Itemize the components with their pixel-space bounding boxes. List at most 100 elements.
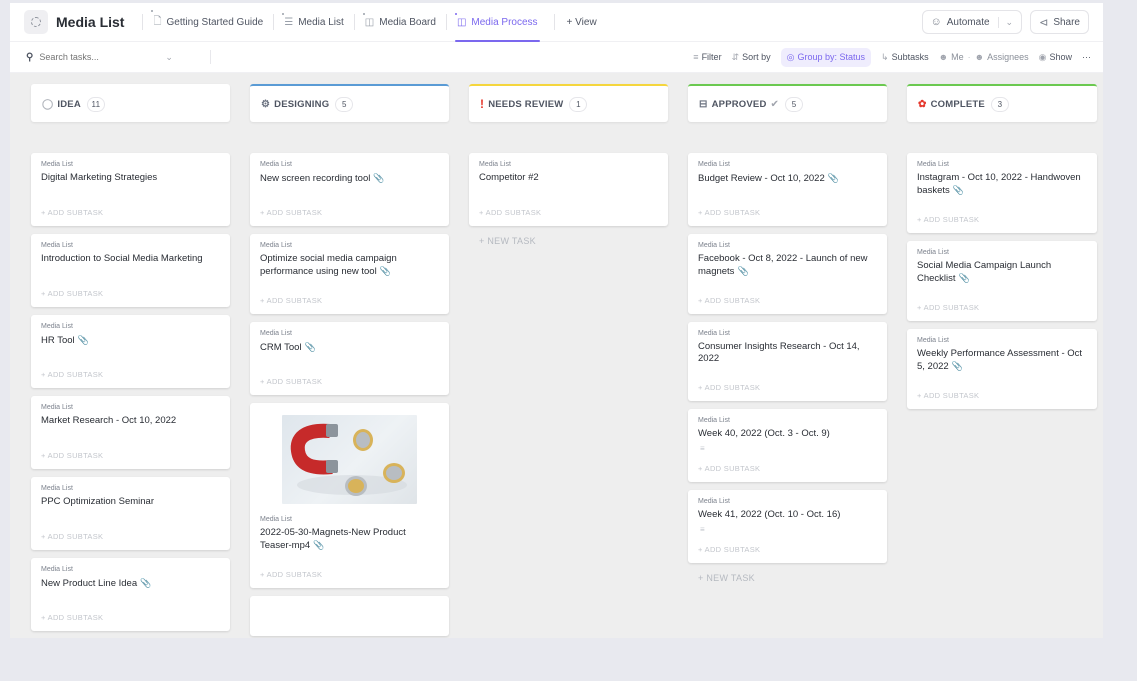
view-tab-getting-started-guide[interactable]: 🗋 Getting Started Guide: [151, 3, 265, 42]
add-subtask-button[interactable]: + ADD SUBTASK: [479, 190, 658, 217]
add-subtask-button[interactable]: + ADD SUBTASK: [698, 365, 877, 392]
list-name: Media List: [479, 161, 511, 168]
attachment-icon: 📎: [313, 540, 325, 550]
task-card[interactable]: [250, 596, 449, 636]
column-header[interactable]: ! NEEDS REVIEW 1: [469, 84, 668, 122]
share-button[interactable]: ⊲ Share: [1030, 10, 1089, 34]
task-card[interactable]: Media List Digital Marketing Strategies …: [31, 153, 230, 226]
add-subtask-button[interactable]: + ADD SUBTASK: [698, 535, 877, 554]
robot-icon: ☺: [930, 16, 942, 28]
list-name: Media List: [260, 161, 292, 168]
divider: [553, 14, 555, 30]
task-card[interactable]: Media List Week 40, 2022 (Oct. 3 - Oct. …: [688, 409, 887, 482]
view-tab-label: Media Process: [471, 16, 538, 28]
search-icon: ⚲: [26, 51, 34, 63]
add-subtask-button[interactable]: + ADD SUBTASK: [41, 190, 220, 217]
space-icon[interactable]: [24, 10, 48, 34]
space-title: Media List: [56, 14, 125, 30]
chevron-down-icon[interactable]: ⌄: [997, 16, 1013, 28]
add-subtask-button[interactable]: + ADD SUBTASK: [260, 359, 439, 386]
add-subtask-button[interactable]: + ADD SUBTASK: [698, 278, 877, 305]
task-title-text: Introduction to Social Media Marketing: [41, 253, 203, 264]
more-options-button[interactable]: ···: [1082, 52, 1091, 62]
attachment-icon: 📎: [140, 578, 152, 588]
add-subtask-button[interactable]: + ADD SUBTASK: [41, 514, 220, 541]
task-title: Weekly Performance Assessment - Oct 5, 2…: [917, 348, 1087, 373]
list-name: Media List: [917, 337, 949, 344]
task-card[interactable]: Media List Competitor #2 + ADD SUBTASK: [469, 153, 668, 226]
list-name: Media List: [698, 242, 730, 249]
add-subtask-button[interactable]: + ADD SUBTASK: [41, 595, 220, 622]
magnet-and-coins-image[interactable]: [282, 415, 417, 504]
column-header[interactable]: ◯ IDEA 11: [31, 84, 230, 122]
add-subtask-button[interactable]: + ADD SUBTASK: [698, 190, 877, 217]
column-needs-review: ! NEEDS REVIEW 1 Media List Competitor #…: [469, 84, 668, 638]
task-card[interactable]: Media List PPC Optimization Seminar + AD…: [31, 477, 230, 550]
add-subtask-button[interactable]: + ADD SUBTASK: [698, 454, 877, 473]
view-tab-media-process[interactable]: ◫ Media Process: [454, 3, 540, 42]
add-subtask-button[interactable]: + ADD SUBTASK: [917, 197, 1087, 224]
task-count-badge: 11: [86, 96, 105, 112]
task-card[interactable]: Media List Market Research - Oct 10, 202…: [31, 396, 230, 469]
add-subtask-button[interactable]: + ADD SUBTASK: [917, 373, 1087, 400]
subtasks-button[interactable]: ↳ Subtasks: [881, 52, 929, 63]
show-button[interactable]: ◉ Show: [1039, 52, 1072, 63]
task-title: PPC Optimization Seminar: [41, 496, 220, 508]
list-name: Media List: [260, 330, 292, 337]
column-header[interactable]: ⚙ DESIGNING 5: [250, 84, 449, 122]
add-subtask-button[interactable]: + ADD SUBTASK: [260, 278, 439, 305]
filter-button[interactable]: ≡ Filter: [693, 52, 721, 62]
task-card[interactable]: Media List Optimize social media campaig…: [250, 234, 449, 314]
column-header[interactable]: ✿ COMPLETE 3: [907, 84, 1097, 122]
group-by-button[interactable]: ◎ Group by: Status: [780, 47, 872, 67]
view-tab-media-list[interactable]: ☰ Media List: [282, 3, 346, 42]
me-button[interactable]: ☻ Me · ☻ Assignees: [939, 52, 1029, 62]
header-bar: Media List 🗋 Getting Started Guide ☰ Med…: [10, 3, 1103, 42]
column-header[interactable]: ⊟ APPROVED ✔ 5: [688, 84, 887, 122]
add-subtask-button[interactable]: + ADD SUBTASK: [260, 552, 439, 579]
task-card[interactable]: Media List HR Tool 📎 + ADD SUBTASK: [31, 315, 230, 388]
add-view-button[interactable]: + View: [567, 17, 597, 28]
task-card[interactable]: Media List CRM Tool 📎 + ADD SUBTASK: [250, 322, 449, 395]
task-card[interactable]: Media List Social Media Campaign Launch …: [907, 241, 1097, 321]
sort-button[interactable]: ⇵ Sort by: [732, 52, 771, 63]
user-icon: ☻: [938, 52, 949, 62]
task-card[interactable]: Media List Weekly Performance Assessment…: [907, 329, 1097, 409]
task-card[interactable]: Media List New Product Line Idea 📎 + ADD …: [31, 558, 230, 631]
task-card[interactable]: Media List Consumer Insights Research - …: [688, 322, 887, 401]
task-card[interactable]: Media List Instagram - Oct 10, 2022 - Ha…: [907, 153, 1097, 233]
new-task-button[interactable]: + NEW TASK: [469, 236, 668, 246]
task-title: Budget Review - Oct 10, 2022 📎: [698, 172, 877, 185]
add-subtask-button[interactable]: + ADD SUBTASK: [41, 352, 220, 379]
task-card[interactable]: Media List New screen recording tool 📎 + …: [250, 153, 449, 226]
dashed-circle-icon: ◯: [42, 98, 54, 110]
view-tab-media-board[interactable]: ◫ Media Board: [362, 3, 438, 42]
add-subtask-button[interactable]: + ADD SUBTASK: [41, 271, 220, 298]
approved-box-icon: ⊟: [699, 98, 708, 110]
app-window: Media List 🗋 Getting Started Guide ☰ Med…: [10, 3, 1103, 638]
search-input[interactable]: [39, 52, 160, 62]
add-subtask-button[interactable]: + ADD SUBTASK: [41, 433, 220, 460]
automate-button[interactable]: ☺ Automate ⌄: [921, 10, 1023, 34]
new-task-button[interactable]: + NEW TASK: [688, 573, 887, 583]
board-icon: ◫: [454, 12, 467, 28]
task-title: Consumer Insights Research - Oct 14, 202…: [698, 341, 877, 365]
list-name: Media List: [698, 417, 730, 424]
list-name: Media List: [41, 323, 73, 330]
divider: [142, 14, 144, 30]
add-subtask-button[interactable]: + ADD SUBTASK: [917, 285, 1087, 312]
task-card[interactable]: Media List Budget Review - Oct 10, 2022 📎…: [688, 153, 887, 226]
chevron-down-icon[interactable]: ⌄: [165, 52, 173, 63]
add-subtask-button[interactable]: + ADD SUBTASK: [260, 190, 439, 217]
task-card[interactable]: Media List Introduction to Social Media …: [31, 234, 230, 307]
task-title-text: New Product Line Idea: [41, 578, 138, 589]
subtasks-icon: ↳: [881, 51, 889, 62]
users-icon: ☻: [974, 52, 985, 62]
task-title-text: Facebook - Oct 8, 2022 - Launch of new m…: [698, 253, 868, 277]
task-card[interactable]: Media List 2022-05-30-Magnets-New Produc…: [250, 403, 449, 588]
task-count-badge: 3: [990, 96, 1009, 112]
task-card[interactable]: Media List Facebook - Oct 8, 2022 - Laun…: [688, 234, 887, 314]
task-card[interactable]: Media List Week 41, 2022 (Oct. 10 - Oct.…: [688, 490, 887, 563]
view-controls: ≡ Filter ⇵ Sort by ◎ Group by: Status ↳ …: [693, 47, 1091, 67]
sort-label: Sort by: [742, 52, 771, 62]
